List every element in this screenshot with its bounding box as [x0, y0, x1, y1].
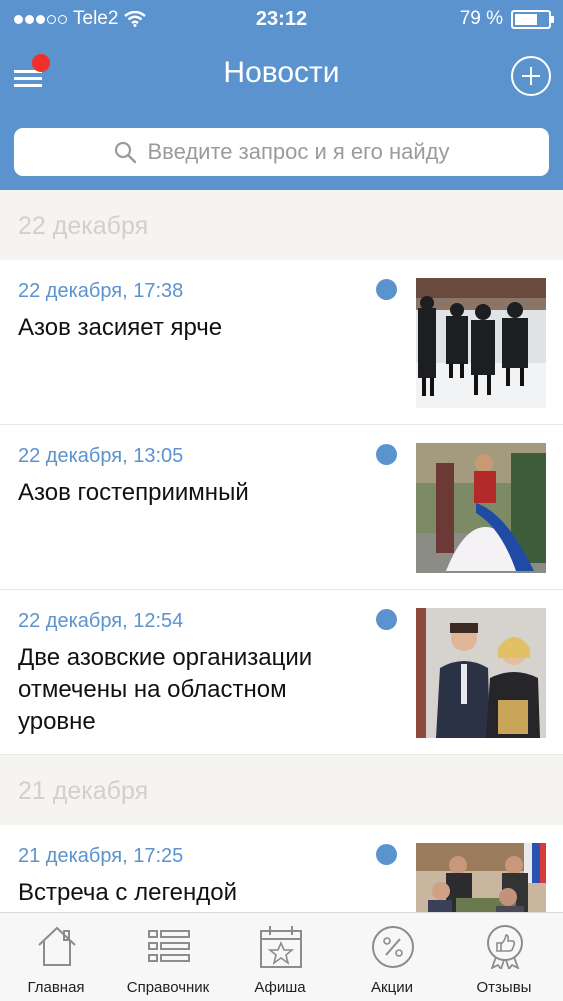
tab-label: Акции	[371, 979, 413, 996]
unread-indicator	[376, 844, 397, 865]
tab-promotions[interactable]: Акции	[336, 913, 448, 1001]
news-title: Встреча с легендой	[18, 879, 238, 906]
news-thumbnail	[416, 608, 546, 738]
news-item[interactable]: 22 декабря, 12:54 Две азовские организац…	[0, 590, 563, 755]
news-title: Две азовские организации отмечены на обл…	[18, 644, 313, 735]
tab-home[interactable]: Главная	[0, 913, 112, 1001]
percent-icon	[372, 926, 414, 968]
tab-directory[interactable]: Справочник	[112, 913, 224, 1001]
news-thumbnail	[416, 278, 546, 408]
news-title: Азов гостеприимный	[18, 479, 249, 506]
section-header: 22 декабря	[0, 190, 563, 260]
news-date: 22 декабря, 17:38	[18, 280, 184, 302]
unread-indicator	[376, 444, 397, 465]
tab-events[interactable]: Афиша	[224, 913, 336, 1001]
add-button[interactable]	[511, 56, 551, 96]
search-icon	[115, 141, 137, 164]
tab-bar: Главная Справочник Афиша Акции Отзывы	[0, 912, 563, 1001]
home-icon	[38, 926, 76, 966]
nav-bar: Новости	[0, 44, 563, 104]
tab-label: Главная	[27, 979, 85, 996]
news-item[interactable]: 22 декабря, 17:38 Азов засияет ярче	[0, 260, 563, 425]
search-input[interactable]: Введите запрос и я его найду	[14, 128, 549, 176]
calendar-star-icon	[260, 926, 302, 968]
tab-label: Афиша	[254, 979, 306, 996]
tab-label: Отзывы	[476, 979, 532, 996]
section-date: 22 декабря	[18, 212, 149, 240]
section-date: 21 декабря	[18, 777, 149, 805]
battery-indicator: 79 %	[459, 8, 554, 30]
section-header: 21 декабря	[0, 755, 563, 825]
page-title: Новости	[223, 56, 340, 89]
unread-indicator	[376, 279, 397, 300]
news-title: Азов засияет ярче	[18, 314, 223, 341]
battery-percent: 79 %	[459, 8, 503, 29]
list-icon	[148, 930, 190, 962]
thumbs-up-badge-icon	[487, 925, 523, 969]
search-placeholder: Введите запрос и я его найду	[147, 139, 450, 164]
news-date: 22 декабря, 13:05	[18, 445, 184, 467]
news-date: 21 декабря, 17:25	[18, 845, 184, 867]
news-item[interactable]: 22 декабря, 13:05 Азов гостеприимный	[0, 425, 563, 590]
tab-reviews[interactable]: Отзывы	[448, 913, 560, 1001]
battery-icon	[511, 9, 554, 29]
news-date: 22 декабря, 12:54	[18, 610, 184, 632]
unread-indicator	[376, 609, 397, 630]
tab-label: Справочник	[126, 979, 210, 996]
news-thumbnail	[416, 443, 546, 573]
status-bar: Tele2 23:12 79 %	[0, 0, 563, 38]
app-header: Tele2 23:12 79 % Новости Введите запрос …	[0, 0, 563, 190]
